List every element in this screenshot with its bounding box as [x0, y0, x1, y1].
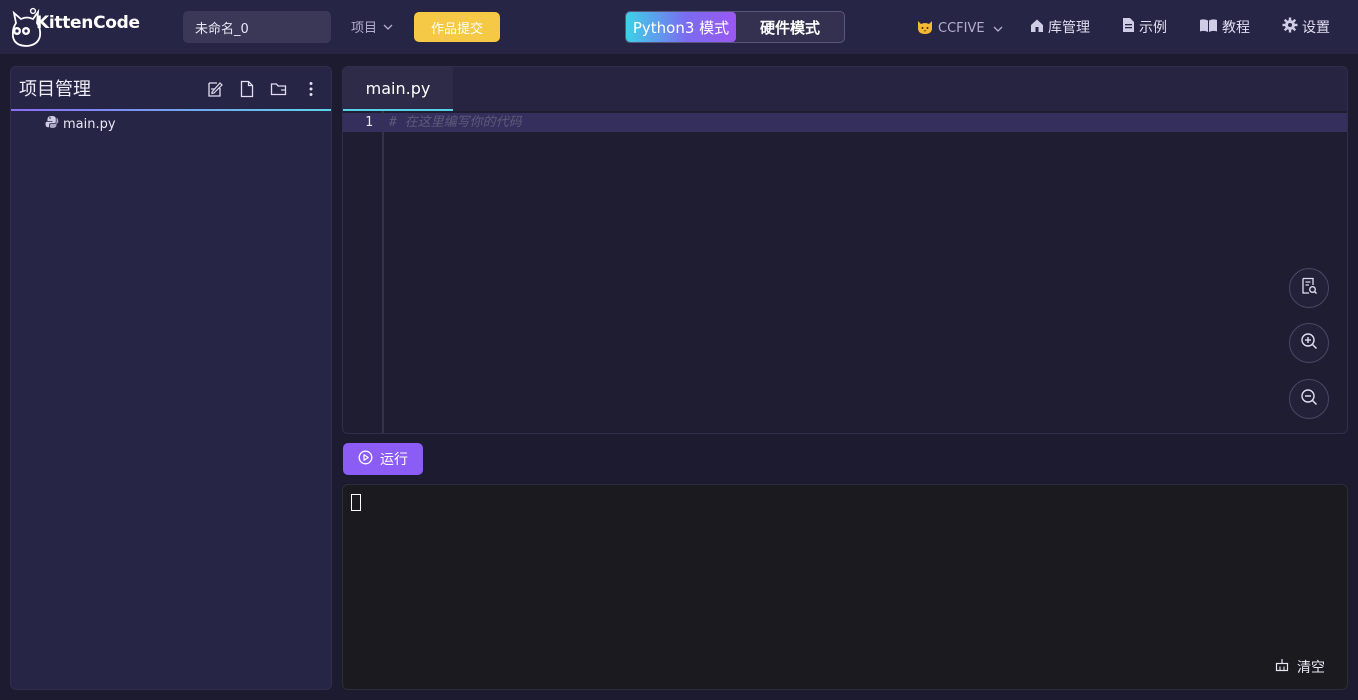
logo[interactable]: KittenCode — [10, 7, 140, 47]
clear-icon — [1275, 658, 1289, 676]
mode-toggle: Python3 模式 硬件模式 — [625, 11, 845, 43]
user-menu[interactable]: CCFIVE — [916, 17, 1003, 39]
nav-tutorial-label: 教程 — [1222, 20, 1250, 36]
zoom-in-icon — [1300, 332, 1318, 354]
editor-tabs: main.py — [343, 67, 1347, 111]
line-number: 1 — [365, 115, 373, 130]
terminal-cursor — [351, 494, 361, 511]
play-circle-icon — [358, 450, 373, 469]
code-area[interactable]: 1 # 在这里编写你的代码 — [343, 111, 1347, 433]
run-button[interactable]: 运行 — [343, 443, 423, 475]
edit-file-icon[interactable] — [205, 79, 225, 99]
run-label: 运行 — [380, 452, 408, 468]
output-console[interactable]: 清空 — [342, 484, 1348, 690]
more-options-icon[interactable] — [301, 79, 321, 99]
tab-main-py[interactable]: main.py — [343, 67, 453, 111]
project-panel-title: 项目管理 — [19, 79, 91, 100]
gear-icon — [1282, 17, 1298, 37]
user-name: CCFIVE — [938, 20, 985, 36]
cat-avatar-icon — [916, 17, 934, 39]
project-panel-header: 项目管理 — [11, 67, 331, 111]
chevron-down-icon — [993, 21, 1003, 36]
file-name: main.py — [63, 116, 116, 132]
top-bar: KittenCode 项目 作品提交 Python3 模式 硬件模式 CCFIV… — [0, 0, 1358, 54]
code-editor: main.py 1 # 在这里编写你的代码 — [342, 66, 1348, 434]
code-line[interactable]: # 在这里编写你的代码 — [389, 113, 522, 132]
python3-mode-button[interactable]: Python3 模式 — [626, 12, 736, 42]
hardware-mode-button[interactable]: 硬件模式 — [736, 12, 844, 42]
zoom-out-icon — [1300, 388, 1318, 410]
clear-console-button[interactable]: 清空 — [1275, 657, 1325, 677]
nav-examples[interactable]: 示例 — [1122, 17, 1167, 37]
clear-label: 清空 — [1297, 660, 1325, 676]
line-gutter — [343, 111, 384, 433]
project-menu[interactable]: 项目 — [351, 17, 393, 36]
zoom-in-button[interactable] — [1289, 323, 1329, 363]
project-panel: 项目管理 main.py — [10, 66, 332, 690]
document-icon — [1122, 17, 1135, 37]
file-item-main-py[interactable]: main.py — [11, 112, 331, 136]
logo-text: KittenCode — [36, 13, 140, 33]
python-icon — [45, 115, 59, 133]
new-file-icon[interactable] — [237, 79, 257, 99]
nav-library[interactable]: 库管理 — [1030, 17, 1090, 37]
project-menu-label: 项目 — [351, 21, 378, 36]
nav-settings[interactable]: 设置 — [1282, 17, 1330, 37]
home-library-icon — [1030, 18, 1044, 37]
nav-library-label: 库管理 — [1048, 20, 1090, 36]
search-code-button[interactable] — [1289, 268, 1329, 308]
chevron-down-icon — [383, 19, 393, 34]
kitten-logo-icon — [10, 7, 44, 47]
nav-tutorial[interactable]: 教程 — [1199, 17, 1250, 37]
document-search-icon — [1300, 277, 1318, 299]
book-icon — [1199, 18, 1218, 37]
project-panel-tools — [205, 79, 321, 99]
submit-work-button[interactable]: 作品提交 — [414, 12, 500, 42]
new-folder-icon[interactable] — [269, 79, 289, 99]
nav-examples-label: 示例 — [1139, 20, 1167, 36]
project-name-input[interactable] — [183, 11, 331, 43]
nav-settings-label: 设置 — [1302, 20, 1330, 36]
zoom-out-button[interactable] — [1289, 379, 1329, 419]
